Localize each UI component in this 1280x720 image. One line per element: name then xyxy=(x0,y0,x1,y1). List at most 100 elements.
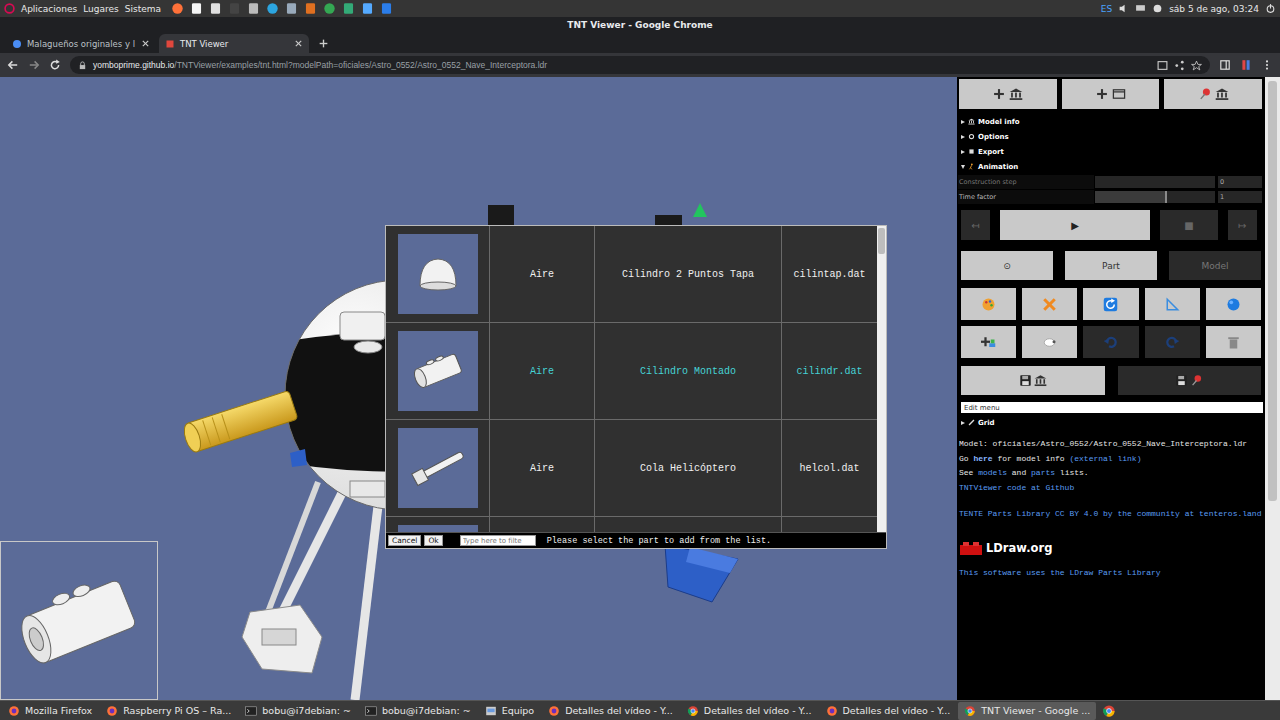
shuffle-button[interactable] xyxy=(1022,288,1077,320)
sphere-button[interactable] xyxy=(1206,288,1261,320)
list-scrollbar[interactable] xyxy=(877,226,886,532)
license-link[interactable]: TENTE Parts Library CC BY 4.0 by the com… xyxy=(957,508,1265,520)
taskbar-item[interactable]: Detalles del vídeo - Y... xyxy=(681,702,818,720)
scroll-thumb[interactable] xyxy=(1268,81,1277,501)
launcher-app-icon[interactable] xyxy=(361,2,374,15)
part-row[interactable]: AireCilindro Montadocilindr.dat xyxy=(386,323,877,420)
expand-arrow-icon[interactable] xyxy=(961,165,965,169)
stop-button[interactable]: ■ xyxy=(1160,210,1218,240)
taskbar-item[interactable]: Detalles del vídeo - Y... xyxy=(542,702,679,720)
chat-icon[interactable] xyxy=(1152,3,1163,14)
play-button[interactable]: ▶ xyxy=(1000,210,1150,240)
ok-button[interactable]: Ok xyxy=(424,535,442,546)
launcher-app-icon[interactable] xyxy=(190,2,203,15)
part-row[interactable] xyxy=(386,517,877,532)
last-step-button[interactable]: ↦ xyxy=(1228,210,1257,240)
launcher-app-icon[interactable] xyxy=(323,2,336,15)
edit-menu-select[interactable]: Edit menu xyxy=(961,402,1263,413)
redo-button[interactable] xyxy=(1145,326,1200,358)
taskbar-item[interactable]: bobu@i7debian: ~ xyxy=(359,702,477,720)
system-menu[interactable]: Aplicaciones xyxy=(21,4,77,14)
section-header[interactable]: Animation xyxy=(957,159,1265,174)
system-menu[interactable]: Sistema xyxy=(125,4,161,14)
undo-button[interactable] xyxy=(1083,326,1138,358)
taskbar-item[interactable]: Detalles del vídeo - Y... xyxy=(820,702,957,720)
section-header[interactable]: Model info xyxy=(957,114,1265,129)
ruler-button[interactable] xyxy=(1145,288,1200,320)
scroll-thumb[interactable] xyxy=(878,228,885,254)
network-icon[interactable] xyxy=(1135,3,1146,14)
sheep-button[interactable] xyxy=(1022,326,1077,358)
ldraw-logo[interactable]: LDraw.org xyxy=(957,540,1265,556)
expand-arrow-icon[interactable] xyxy=(961,120,965,124)
translate-icon[interactable] xyxy=(1157,60,1168,71)
launcher-app-icon[interactable] xyxy=(380,2,393,15)
save-library-button[interactable] xyxy=(961,366,1105,395)
section-label[interactable]: Animation xyxy=(978,163,1018,171)
cancel-button[interactable]: Cancel xyxy=(388,535,421,546)
close-icon[interactable] xyxy=(141,39,150,48)
model-button[interactable]: Model xyxy=(1169,251,1261,280)
system-menu[interactable]: Lugares xyxy=(83,4,119,14)
ldraw-note[interactable]: This software uses the LDraw Parts Libra… xyxy=(957,568,1265,577)
slider-track[interactable] xyxy=(1095,176,1215,188)
star-icon[interactable] xyxy=(1191,60,1202,71)
part-row[interactable]: AireCola Helicópterohelcol.dat xyxy=(386,420,877,517)
debian-icon[interactable] xyxy=(4,3,15,14)
section-header[interactable]: Options xyxy=(957,129,1265,144)
section-label[interactable]: Export xyxy=(978,148,1004,156)
add-library-button[interactable] xyxy=(959,79,1057,109)
browser-tab[interactable]: TNT Viewer xyxy=(159,34,309,53)
launcher-app-icon[interactable] xyxy=(285,2,298,15)
new-tab-icon[interactable] xyxy=(318,38,329,49)
chrome-launcher-icon[interactable] xyxy=(1102,704,1116,718)
forward-icon[interactable] xyxy=(28,59,40,71)
first-step-button[interactable]: ↤ xyxy=(961,210,990,240)
add-part-button[interactable] xyxy=(961,326,1016,358)
volume-icon[interactable] xyxy=(1118,3,1129,14)
slider-value-field[interactable]: 0 xyxy=(1218,176,1262,188)
taskbar-item[interactable]: bobu@i7debian: ~ xyxy=(239,702,357,720)
rotate-button[interactable] xyxy=(1083,288,1138,320)
launcher-app-icon[interactable] xyxy=(304,2,317,15)
expand-arrow-icon[interactable] xyxy=(961,135,965,139)
close-icon[interactable] xyxy=(294,39,303,48)
save-pin-button[interactable] xyxy=(1118,366,1262,395)
browser-tab[interactable]: Malagueños originales y l xyxy=(6,34,156,53)
taskbar-item[interactable]: TNT Viewer - Google ... xyxy=(958,702,1096,720)
taskbar-item[interactable]: Equipo xyxy=(479,702,541,720)
launcher-app-icon[interactable] xyxy=(209,2,222,15)
grid-section-header[interactable]: Grid xyxy=(957,415,1265,430)
section-label[interactable]: Model info xyxy=(978,118,1020,126)
add-window-button[interactable] xyxy=(1062,79,1160,109)
page-scrollbar[interactable] xyxy=(1265,77,1280,700)
info-link[interactable]: here xyxy=(973,454,992,463)
slider-fill[interactable] xyxy=(1095,191,1167,203)
info-link[interactable]: (external link) xyxy=(1069,454,1141,463)
menu-icon[interactable] xyxy=(1261,59,1273,71)
expand-arrow-icon[interactable] xyxy=(961,150,965,154)
section-header[interactable]: Export xyxy=(957,144,1265,159)
section-label[interactable]: Grid xyxy=(978,419,995,427)
expand-arrow-icon[interactable] xyxy=(961,421,965,425)
info-link[interactable]: models xyxy=(978,468,1007,477)
part-button[interactable]: Part xyxy=(1065,251,1157,280)
launcher-app-icon[interactable] xyxy=(228,2,241,15)
clock[interactable]: sáb 5 de ago, 03:24 xyxy=(1169,4,1259,14)
slider-value-field[interactable]: 1 xyxy=(1218,191,1262,203)
info-link[interactable]: TNTViewer code at Github xyxy=(959,483,1074,492)
section-label[interactable]: Options xyxy=(978,133,1009,141)
filter-input[interactable] xyxy=(460,535,536,546)
profile-icon[interactable] xyxy=(1240,59,1252,71)
3d-viewport[interactable]: AireCilindro 2 Puntos Tapacilintap.datAi… xyxy=(0,77,957,700)
taskbar-item[interactable]: Mozilla Firefox xyxy=(2,702,98,720)
launcher-app-icon[interactable] xyxy=(171,2,184,15)
sidebar-icon[interactable] xyxy=(1219,59,1231,71)
trash-button[interactable] xyxy=(1206,326,1261,358)
back-icon[interactable] xyxy=(7,59,19,71)
pin-library-button[interactable] xyxy=(1164,79,1262,109)
launcher-app-icon[interactable] xyxy=(266,2,279,15)
slider-track[interactable] xyxy=(1095,191,1215,203)
share-icon[interactable] xyxy=(1174,60,1185,71)
part-row[interactable]: AireCilindro 2 Puntos Tapacilintap.dat xyxy=(386,226,877,323)
